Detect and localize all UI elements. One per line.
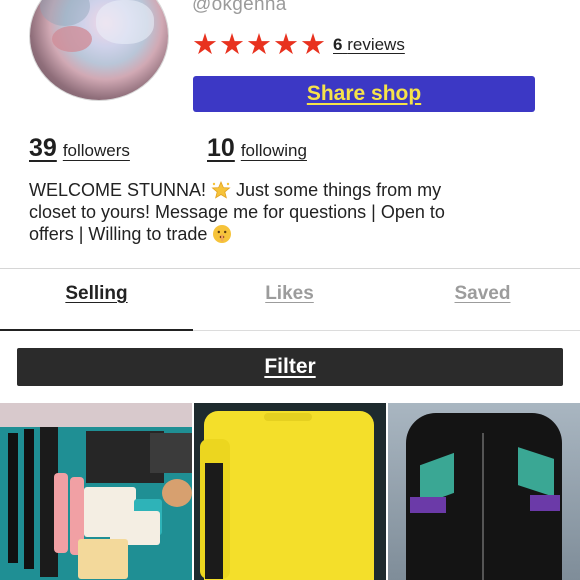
shushing-face-icon: [213, 225, 232, 243]
listing-thumbnail-jacket[interactable]: [388, 403, 580, 580]
tab-selling[interactable]: Selling: [0, 283, 193, 329]
tab-label: Selling: [65, 283, 128, 304]
followers-link[interactable]: 39 followers: [29, 134, 130, 163]
thumb-shape: [264, 413, 312, 421]
tab-label: Likes: [265, 283, 314, 304]
reviews-count: 6: [333, 35, 343, 54]
following-count: 10: [207, 134, 235, 162]
listing-thumbnail-sweater[interactable]: [194, 403, 386, 580]
star-icon: ★: [273, 27, 299, 61]
star-icon: ★: [246, 27, 272, 61]
listings-grid: [0, 403, 580, 580]
thumb-shape: [54, 473, 68, 553]
filter-button[interactable]: Filter: [17, 348, 563, 386]
avatar-shape: [96, 0, 154, 44]
avatar-shape: [40, 0, 90, 26]
thumb-shape: [162, 479, 192, 507]
avatar-shape: [52, 26, 92, 52]
bio-line: closet to yours! Message me for question…: [29, 202, 445, 222]
thumb-shape: [205, 463, 223, 579]
bio-line: WELCOME STUNNA!: [29, 180, 207, 200]
thumb-shape: [530, 495, 560, 511]
rating-stars: ★ ★ ★ ★ ★: [192, 30, 326, 59]
thumb-shape: [482, 433, 484, 580]
closet-tabs: Selling Likes Saved: [0, 283, 580, 329]
username: @okgenna: [192, 0, 287, 15]
active-tab-indicator: [0, 329, 193, 331]
reviews-link[interactable]: 6 reviews: [333, 35, 405, 55]
bio-line: offers | Willing to trade: [29, 224, 208, 244]
thumb-shape: [8, 433, 18, 563]
sparkle-star-icon: [211, 181, 231, 199]
following-link[interactable]: 10 following: [207, 134, 307, 163]
filter-label: Filter: [264, 355, 316, 378]
reviews-label: reviews: [347, 35, 405, 54]
listing-thumbnail-makeup[interactable]: [0, 403, 192, 580]
thumb-shape: [406, 413, 562, 580]
share-shop-button[interactable]: Share shop: [193, 76, 535, 112]
star-icon: ★: [192, 27, 218, 61]
following-label: following: [240, 141, 307, 160]
bio-line: Just some things from my: [236, 180, 442, 200]
section-divider: [0, 268, 580, 269]
tab-likes[interactable]: Likes: [193, 283, 386, 329]
profile-avatar[interactable]: [30, 0, 168, 100]
share-shop-label: Share shop: [306, 82, 422, 105]
star-icon: ★: [219, 27, 245, 61]
thumb-shape: [150, 433, 192, 473]
tab-label: Saved: [454, 283, 511, 304]
thumb-shape: [410, 497, 446, 513]
thumb-shape: [518, 447, 554, 497]
profile-bio: WELCOME STUNNA! Just some things from my…: [29, 179, 554, 245]
tab-saved[interactable]: Saved: [386, 283, 579, 329]
thumb-shape: [78, 539, 128, 579]
thumb-shape: [24, 429, 34, 569]
star-icon: ★: [300, 27, 326, 61]
thumb-shape: [0, 403, 192, 427]
followers-label: followers: [62, 141, 130, 160]
followers-count: 39: [29, 134, 57, 162]
